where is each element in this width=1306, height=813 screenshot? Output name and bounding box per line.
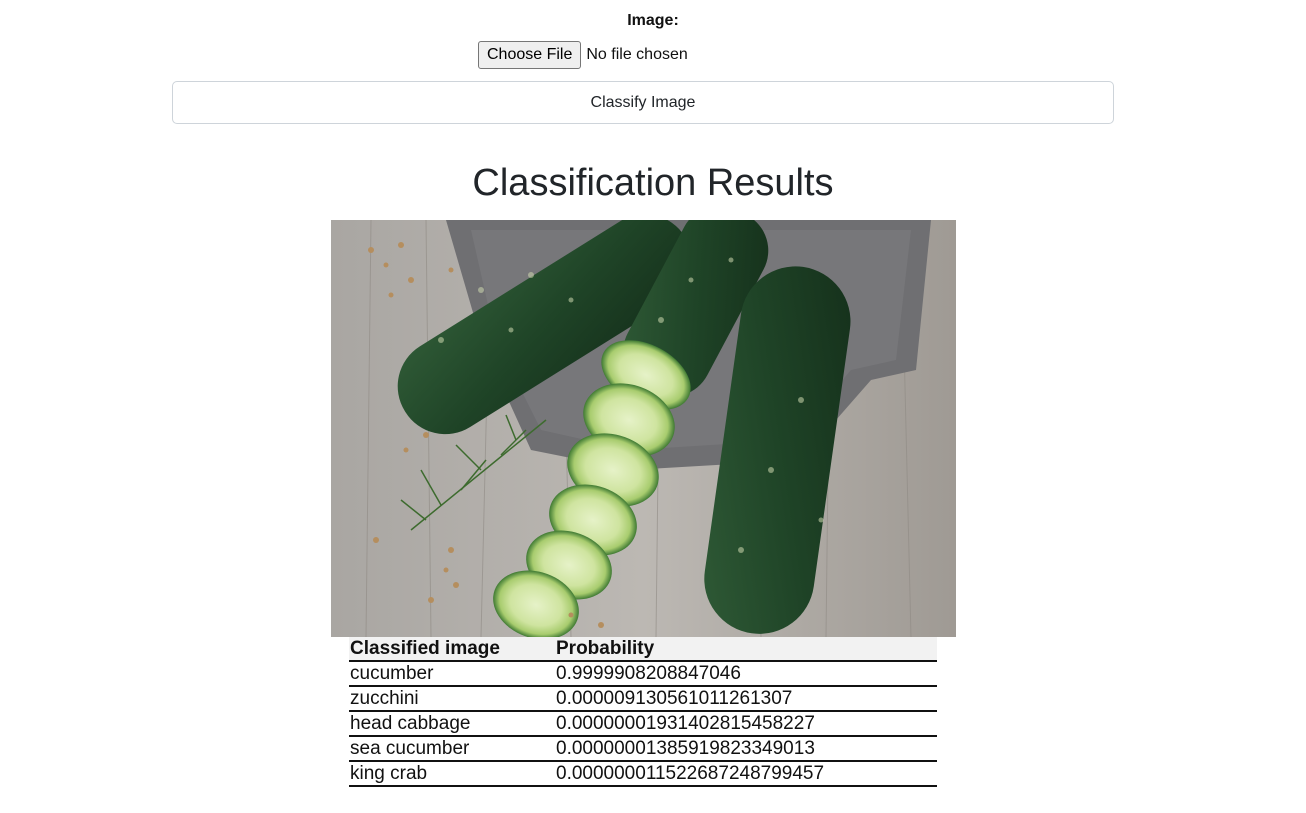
file-status-text: No file chosen (586, 46, 688, 63)
class-label: cucumber (349, 661, 555, 687)
table-row: zucchini 0.000009130561011261307 (349, 686, 937, 712)
choose-file-button[interactable]: Choose File (478, 41, 582, 69)
image-label: Image: (627, 12, 679, 29)
results-title: Classification Results (472, 162, 834, 204)
table-row: cucumber 0.9999908208847046 (349, 661, 937, 687)
column-header-classified-image: Classified image (349, 637, 555, 662)
table-row: head cabbage 0.00000001931402815458227 (349, 711, 937, 737)
file-input[interactable]: Choose File No file chosen (478, 41, 688, 69)
results-table: Classified image Probability cucumber 0.… (349, 637, 937, 787)
class-probability: 0.00000001385919823349013 (555, 736, 937, 762)
table-header-row: Classified image Probability (349, 637, 937, 662)
class-label: king crab (349, 761, 555, 787)
class-label: zucchini (349, 686, 555, 712)
class-label: head cabbage (349, 711, 555, 737)
class-label: sea cucumber (349, 736, 555, 762)
table-row: sea cucumber 0.00000001385919823349013 (349, 736, 937, 762)
classified-image (331, 220, 956, 637)
class-probability: 0.000009130561011261307 (555, 686, 937, 712)
classify-image-button[interactable]: Classify Image (172, 81, 1114, 124)
class-probability: 0.9999908208847046 (555, 661, 937, 687)
class-probability: 0.00000001931402815458227 (555, 711, 937, 737)
class-probability: 0.000000011522687248799457 (555, 761, 937, 787)
column-header-probability: Probability (555, 637, 937, 662)
table-row: king crab 0.000000011522687248799457 (349, 761, 937, 787)
